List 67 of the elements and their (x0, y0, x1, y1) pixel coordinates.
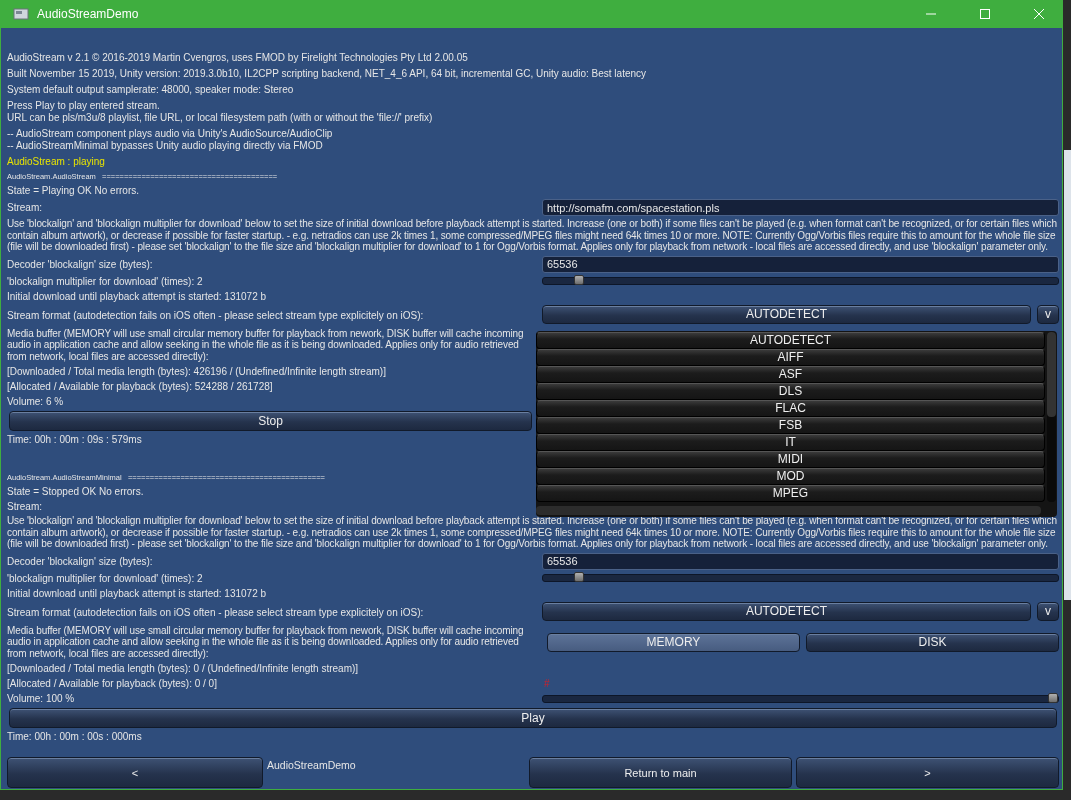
initial-download-text: Initial download until playback attempt is started: 131072 b (7, 289, 268, 304)
demo-title: AudioStreamDemo (267, 758, 357, 771)
slider-thumb[interactable] (574, 572, 585, 582)
info-text: Press Play to play entered stream. URL can be pls/m3u/8 playlist, file URL, or local filesystem path (with or without the 'file://' prefix) (7, 100, 434, 124)
downloaded-text: [Downloaded / Total media length (bytes): 0 / (Undefined/Infinite length stream)] (7, 662, 360, 676)
buffer-option-button[interactable]: DISK (806, 632, 1059, 652)
stream-label: Stream: (7, 201, 43, 215)
info-text: Built November 15 2019, Unity version: 2019.3.0b10, IL2CPP scripting backend, NET_4_6 API, 64 bit, incremental GC, Unity audio: Best latency (7, 68, 648, 80)
time-text: Time: 00h : 00m : 09s : 579ms (7, 433, 143, 447)
media-buffer-note: Media buffer (MEMORY will use small circular memory buffer for playback from nework, DISK buffer will cache incoming audio in application cache and allow seeking in the whole file as it is being downloaded. Applies only for audio retrieved from network, local files are accessed directly): (7, 624, 525, 659)
action-button[interactable]: Stop (9, 411, 532, 431)
time-text: Time: 00h : 00m : 00s : 000ms (7, 730, 143, 744)
dropdown-option[interactable]: FSB (536, 417, 1045, 434)
dropdown-toggle-button[interactable]: v (1037, 304, 1059, 324)
stream-format-label: Stream format (autodetection fails on iOS often - please select stream type explicitely on iOS): (7, 605, 425, 620)
buffer-option-button[interactable]: MEMORY (547, 632, 800, 652)
stream-format-dropdown[interactable]: AUTODETECT (542, 601, 1031, 621)
previous-button[interactable]: < (7, 757, 263, 788)
window-title: AudioStreamDemo (37, 7, 139, 21)
stream-url-field[interactable]: http://somafm.com/spacestation.pls (542, 199, 1059, 216)
horizontal-scrollbar[interactable] (536, 506, 1041, 515)
volume-slider[interactable] (542, 694, 1059, 703)
stream-format-dropdown[interactable]: AUTODETECT (542, 304, 1031, 324)
info-text: -- AudioStream component plays audio via Unity's AudioSource/AudioClip -- AudioStreamMinimal bypasses Unity audio playing directly via FMOD (7, 128, 334, 152)
blockalign-note: Use 'blockalign' and 'blockalign multiplier for download' below to set the size of initial download before playback attempt is started. Increase (one or both) if some files can't be played (e.g. when format can't be recognized, or for certain files which contain album artwork), or decrease if possible for faster startup. - e.g. netradios can use 2k times 1, some compressed/MPEG files might need 64k times 10 or more. NOTE: Currently Ogg/Vorbis files require this to amount for the whole file size (file will be downloaded first) - please set 'blockalign' to the file size and 'blockalign multiplier for download' to 1 for Ogg/Vorbis format. Applies only for playback from network - local files are accessed directly, and use 'blockalign' parameter only. (7, 218, 1058, 253)
next-button[interactable]: > (796, 757, 1059, 788)
stream-label: Stream: (7, 500, 43, 514)
maximize-icon[interactable] (979, 8, 991, 20)
dropdown-option[interactable]: MIDI (536, 451, 1045, 468)
close-icon[interactable] (1033, 8, 1045, 20)
initial-download-text: Initial download until playback attempt is started: 131072 b (7, 586, 268, 601)
info-text: AudioStream v 2.1 © 2016-2019 Martin Cvengros, uses FMOD by Firelight Technologies Pty Ltd 2.00.05 (7, 52, 469, 64)
dropdown-option[interactable]: FLAC (536, 400, 1045, 417)
dropdown-option[interactable]: MPEG (536, 485, 1045, 502)
downloaded-text: [Downloaded / Total media length (bytes): 426196 / (Undefined/Infinite length stream)] (7, 365, 387, 379)
status-text: AudioStream : playing (7, 156, 106, 168)
stream-format-label: Stream format (autodetection fails on iOS often - please select stream type explicitely on iOS): (7, 308, 425, 323)
return-to-main-button[interactable]: Return to main (529, 757, 792, 788)
marker-text: # (543, 678, 551, 689)
volume-label: Volume: 6 % (7, 395, 65, 409)
state-text: State = Playing OK No errors. (7, 184, 140, 198)
action-button[interactable]: Play (9, 708, 1057, 728)
dropdown-option[interactable]: DLS (536, 383, 1045, 400)
decoder-size-field[interactable]: 65536 (542, 255, 1059, 273)
app-icon (13, 7, 29, 21)
media-buffer-note: Media buffer (MEMORY will use small circular memory buffer for playback from nework, DISK buffer will cache incoming audio in application cache and allow seeking in the whole file as it is being downloaded. Applies only for audio retrieved from network, local files are accessed directly): (7, 327, 525, 362)
dropdown-toggle-button[interactable]: v (1037, 601, 1059, 621)
multiplier-label: 'blockalign multiplier for download' (times): 2 (7, 274, 204, 289)
decoder-label: Decoder 'blockalign' size (bytes): (7, 257, 154, 272)
dropdown-option[interactable]: AIFF (536, 349, 1045, 366)
multiplier-label: 'blockalign multiplier for download' (times): 2 (7, 571, 204, 586)
dropdown-option[interactable]: MOD (536, 468, 1045, 485)
decoder-size-field[interactable]: 65536 (542, 552, 1059, 570)
allocated-text: [Allocated / Available for playback (bytes): 0 / 0] (7, 677, 218, 691)
slider-thumb[interactable] (574, 275, 585, 285)
dropdown-option[interactable]: ASF (536, 366, 1045, 383)
volume-label: Volume: 100 % (7, 692, 76, 706)
info-text: System default output samplerate: 48000, speaker mode: Stereo (7, 84, 295, 96)
slider-thumb[interactable] (1048, 692, 1058, 703)
allocated-text: [Allocated / Available for playback (bytes): 524288 / 261728] (7, 380, 274, 394)
decoder-label: Decoder 'blockalign' size (bytes): (7, 554, 154, 569)
vertical-scrollbar[interactable] (1047, 332, 1056, 502)
state-text: State = Stopped OK No errors. (7, 485, 145, 499)
multiplier-slider[interactable] (542, 574, 1059, 582)
dropdown-option[interactable]: IT (536, 434, 1045, 451)
multiplier-slider[interactable] (542, 277, 1059, 285)
dropdown-option[interactable]: AUTODETECT (536, 332, 1045, 349)
